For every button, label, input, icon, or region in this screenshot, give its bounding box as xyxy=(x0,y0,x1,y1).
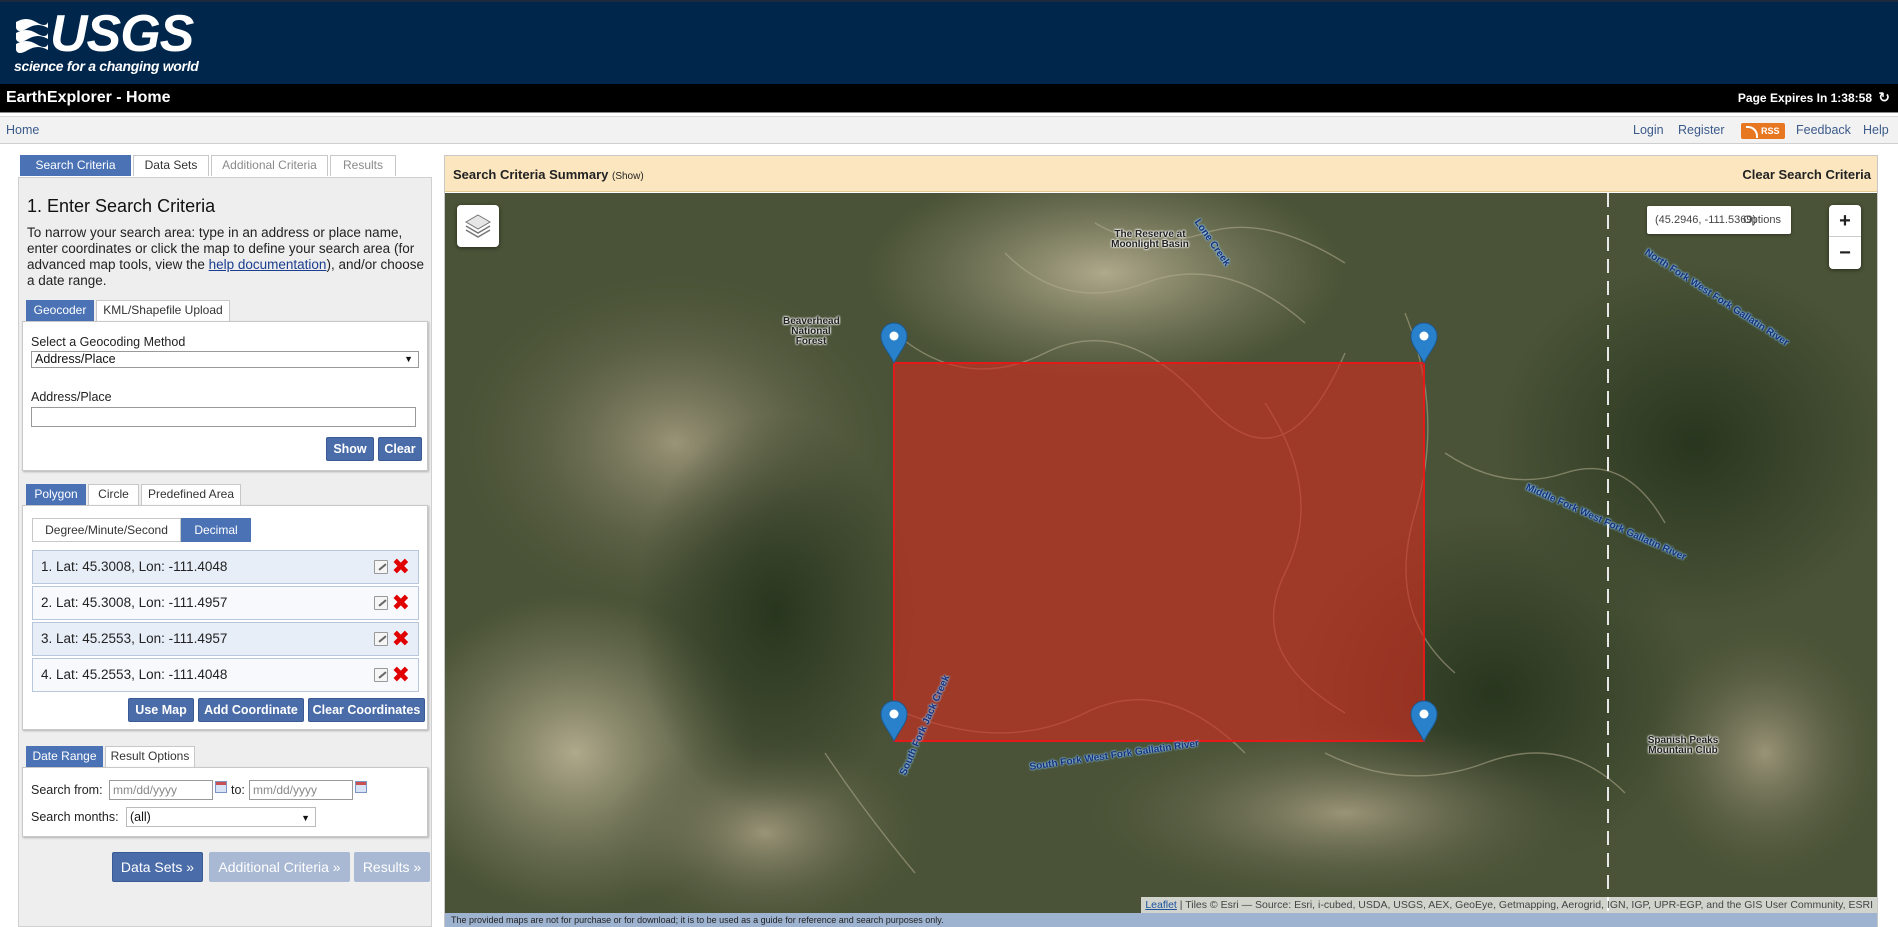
edit-icon[interactable] xyxy=(374,632,388,646)
polygon-box: Degree/Minute/Second Decimal 1. Lat: 45.… xyxy=(22,505,428,730)
tab-results[interactable]: Results xyxy=(330,155,396,176)
map-canvas[interactable]: The Reserve at Moonlight Basin Lone Cree… xyxy=(445,193,1877,913)
calendar-icon[interactable] xyxy=(355,781,367,793)
nav-home[interactable]: Home xyxy=(6,123,39,137)
zoom-out-button[interactable]: − xyxy=(1829,237,1861,269)
clear-search-criteria-link[interactable]: Clear Search Criteria xyxy=(1742,167,1871,182)
coordinate-row[interactable]: 4. Lat: 45.2553, Lon: -111.4048 ✖ xyxy=(32,658,419,692)
to-label: to: xyxy=(231,783,245,797)
nav-login[interactable]: Login xyxy=(1633,123,1664,137)
delete-icon[interactable]: ✖ xyxy=(392,623,410,655)
criteria-description: To narrow your search area: type in an a… xyxy=(27,225,427,289)
tab-polygon[interactable]: Polygon xyxy=(26,484,86,505)
additional-criteria-button[interactable]: Additional Criteria » xyxy=(209,852,350,882)
delete-icon[interactable]: ✖ xyxy=(392,587,410,619)
use-map-button[interactable]: Use Map xyxy=(128,698,194,722)
coordinate-text: 2. Lat: 45.3008, Lon: -111.4957 xyxy=(41,595,228,610)
cursor-coordinates: (45.2946, -111.5369) xyxy=(1655,214,1757,226)
dropdown-arrow-icon: ▼ xyxy=(404,354,413,364)
criteria-heading: 1. Enter Search Criteria xyxy=(27,196,216,216)
map-attribution: Leaflet | Tiles © Esri — Source: Esri, i… xyxy=(1141,897,1877,913)
search-criteria-summary-bar: Search Criteria Summary (Show) Clear Sea… xyxy=(445,156,1877,192)
options-button[interactable]: Options xyxy=(1743,206,1781,234)
search-months-select[interactable]: (all) ▼ xyxy=(126,807,316,827)
map-panel: Search Criteria Summary (Show) Clear Sea… xyxy=(444,155,1878,927)
tab-result-options[interactable]: Result Options xyxy=(105,746,195,767)
nav-register[interactable]: Register xyxy=(1678,123,1725,137)
zoom-in-button[interactable]: + xyxy=(1829,205,1861,237)
usgs-tagline: science for a changing world xyxy=(14,58,199,74)
date-range-box: Search from: mm/dd/yyyy to: mm/dd/yyyy S… xyxy=(22,767,428,837)
calendar-icon[interactable] xyxy=(215,781,227,793)
search-area-polygon[interactable] xyxy=(893,362,1425,742)
summary-title: Search Criteria Summary (Show) xyxy=(453,167,644,182)
geocoding-method-label: Select a Geocoding Method xyxy=(31,335,186,349)
search-months-value: (all) xyxy=(130,810,151,824)
refresh-icon[interactable]: ↻ xyxy=(1878,89,1890,106)
edit-icon[interactable] xyxy=(374,596,388,610)
summary-title-text: Search Criteria Summary xyxy=(453,167,609,182)
help-documentation-link[interactable]: help documentation xyxy=(209,257,327,272)
address-input[interactable] xyxy=(31,407,416,427)
tab-predefined-area[interactable]: Predefined Area xyxy=(141,484,241,505)
format-decimal-button[interactable]: Decimal xyxy=(181,518,251,542)
zoom-control: + − xyxy=(1829,205,1861,269)
title-bar: EarthExplorer - Home Page Expires In 1:3… xyxy=(0,84,1898,113)
results-button[interactable]: Results » xyxy=(354,852,430,882)
tab-kml-upload[interactable]: KML/Shapefile Upload xyxy=(96,300,230,321)
nav-bar: Home Login Register RSS Feedback Help xyxy=(0,116,1898,144)
layers-icon[interactable] xyxy=(457,205,499,247)
clear-coordinates-button[interactable]: Clear Coordinates xyxy=(308,698,425,722)
coordinate-readout: (45.2946, -111.5369) Options xyxy=(1647,206,1791,234)
app-title: EarthExplorer - Home xyxy=(6,89,171,106)
search-months-label: Search months: xyxy=(31,810,119,824)
map-label-beaverhead: Beaverhead National Forest xyxy=(783,316,840,347)
show-button[interactable]: Show xyxy=(326,437,374,461)
nav-help[interactable]: Help xyxy=(1863,123,1889,137)
data-sets-button[interactable]: Data Sets » xyxy=(112,852,203,882)
address-label: Address/Place xyxy=(31,390,112,404)
page-expires: Page Expires In 1:38:58 xyxy=(1737,91,1872,105)
date-to-input[interactable]: mm/dd/yyyy xyxy=(249,780,353,800)
leaflet-link[interactable]: Leaflet xyxy=(1145,899,1177,911)
delete-icon[interactable]: ✖ xyxy=(392,659,410,691)
edit-icon[interactable] xyxy=(374,560,388,574)
usgs-logo[interactable]: USGS science for a changing world xyxy=(14,8,199,76)
add-coordinate-button[interactable]: Add Coordinate xyxy=(198,698,304,722)
coordinate-text: 1. Lat: 45.3008, Lon: -111.4048 xyxy=(41,559,228,574)
tab-search-criteria[interactable]: Search Criteria xyxy=(20,155,131,176)
search-from-label: Search from: xyxy=(31,783,103,797)
map-label-reserve: The Reserve at Moonlight Basin xyxy=(1111,229,1189,250)
tab-additional-criteria[interactable]: Additional Criteria xyxy=(211,155,328,176)
nav-feedback[interactable]: Feedback xyxy=(1796,123,1851,137)
search-criteria-panel: 1. Enter Search Criteria To narrow your … xyxy=(18,177,432,927)
attribution-text: | Tiles © Esri — Source: Esri, i-cubed, … xyxy=(1176,899,1873,911)
tab-geocoder[interactable]: Geocoder xyxy=(26,300,94,321)
coordinate-text: 3. Lat: 45.2553, Lon: -111.4957 xyxy=(41,631,228,646)
dropdown-arrow-icon: ▼ xyxy=(301,813,310,823)
tab-circle[interactable]: Circle xyxy=(88,484,139,505)
format-dms-button[interactable]: Degree/Minute/Second xyxy=(32,518,181,542)
coordinate-row[interactable]: 3. Lat: 45.2553, Lon: -111.4957 ✖ xyxy=(32,622,419,656)
summary-show-link[interactable]: (Show) xyxy=(612,171,644,182)
tab-data-sets[interactable]: Data Sets xyxy=(133,155,209,176)
geocoding-method-select[interactable]: Address/Place ▼ xyxy=(31,351,419,368)
geocoding-method-value: Address/Place xyxy=(35,352,116,366)
coordinate-row[interactable]: 1. Lat: 45.3008, Lon: -111.4048 ✖ xyxy=(32,550,419,584)
geocoder-box: Select a Geocoding Method Address/Place … xyxy=(22,321,428,471)
usgs-wordmark: USGS xyxy=(50,5,194,63)
tab-date-range[interactable]: Date Range xyxy=(26,746,103,767)
coordinate-text: 4. Lat: 45.2553, Lon: -111.4048 xyxy=(41,667,228,682)
usgs-header: USGS science for a changing world xyxy=(0,0,1898,84)
date-from-input[interactable]: mm/dd/yyyy xyxy=(109,780,213,800)
usgs-wave-icon xyxy=(16,19,48,53)
coordinate-row[interactable]: 2. Lat: 45.3008, Lon: -111.4957 ✖ xyxy=(32,586,419,620)
delete-icon[interactable]: ✖ xyxy=(392,551,410,583)
clear-button[interactable]: Clear xyxy=(378,437,422,461)
rss-icon[interactable]: RSS xyxy=(1741,123,1785,139)
edit-icon[interactable] xyxy=(374,668,388,682)
map-disclaimer: The provided maps are not for purchase o… xyxy=(445,913,1877,927)
map-label-spanish-peaks: Spanish Peaks Mountain Club xyxy=(1647,735,1719,756)
